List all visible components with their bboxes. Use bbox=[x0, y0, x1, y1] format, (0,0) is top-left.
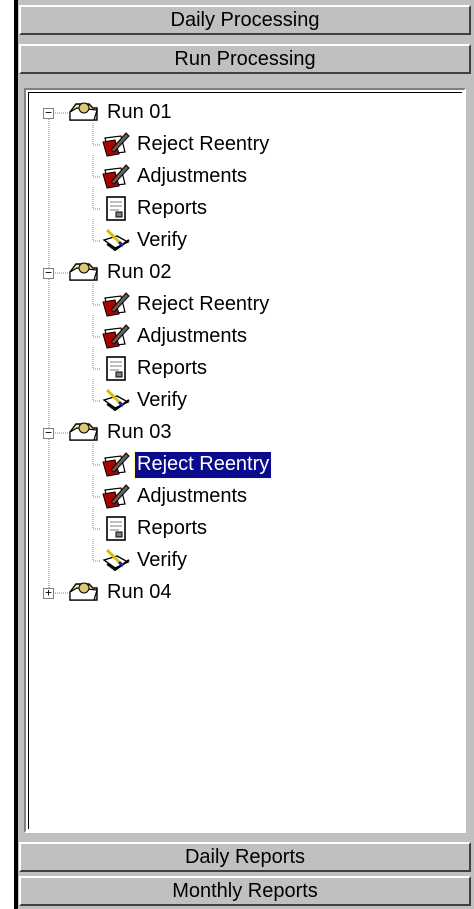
fragment-glyph bbox=[1, 100, 13, 112]
tree-node-reject-reentry[interactable]: Reject Reentry bbox=[133, 451, 273, 479]
verify-icon bbox=[102, 548, 130, 572]
fragment-glyph bbox=[1, 485, 13, 497]
fragment-glyph bbox=[1, 720, 13, 732]
fragment-glyph bbox=[1, 242, 13, 254]
pen-paper-icon bbox=[102, 292, 130, 317]
fragment-glyph bbox=[1, 298, 13, 310]
tree-node-reject-reentry[interactable]: Reject Reentry bbox=[135, 292, 271, 318]
report-icon bbox=[106, 356, 126, 381]
pen-paper-icon bbox=[102, 164, 130, 189]
tree-node-adjustments[interactable]: Adjustments bbox=[135, 164, 249, 190]
tree-content: Run 01 − Reject Reentry Adjustments Reports V… bbox=[28, 92, 462, 829]
fragment-glyph bbox=[1, 268, 13, 280]
fragment-glyph bbox=[1, 12, 13, 24]
fragment-glyph bbox=[1, 520, 13, 532]
fragment-glyph bbox=[1, 208, 13, 220]
tree-node-run[interactable]: Run 01 bbox=[105, 100, 174, 126]
tree-node-reports[interactable]: Reports bbox=[135, 356, 209, 382]
tree-node-reports[interactable]: Reports bbox=[135, 196, 209, 222]
pen-paper-icon bbox=[102, 324, 130, 349]
fragment-glyph bbox=[1, 448, 13, 460]
verify-icon bbox=[102, 228, 130, 252]
fragment-glyph bbox=[1, 48, 13, 60]
tree-node-run[interactable]: Run 04 bbox=[105, 580, 174, 606]
collapse-toggle-icon[interactable]: − bbox=[43, 107, 54, 119]
run-processing-button[interactable]: Run Processing bbox=[19, 44, 471, 74]
navigation-panel: Daily Processing Run Processing Run 01− R… bbox=[18, 0, 474, 909]
background-page-fragment bbox=[0, 0, 14, 909]
expand-toggle-icon[interactable]: + bbox=[43, 587, 54, 599]
daily-processing-button[interactable]: Daily Processing bbox=[19, 5, 471, 35]
tree-node-reports[interactable]: Reports bbox=[135, 516, 209, 542]
pen-paper-icon bbox=[102, 484, 130, 509]
tree-node-run[interactable]: Run 02 bbox=[105, 260, 174, 286]
fragment-glyph bbox=[1, 690, 13, 702]
report-icon bbox=[106, 196, 126, 221]
fragment-glyph bbox=[1, 750, 13, 762]
open-folder-icon bbox=[69, 422, 98, 441]
pen-paper-icon bbox=[102, 132, 130, 157]
collapse-toggle-icon[interactable]: − bbox=[43, 267, 54, 279]
open-folder-icon bbox=[69, 102, 98, 121]
open-folder-icon bbox=[69, 262, 98, 281]
tree-node-run[interactable]: Run 03 bbox=[105, 420, 174, 446]
fragment-glyph bbox=[1, 400, 13, 412]
verify-icon bbox=[102, 388, 130, 412]
tree-node-verify[interactable]: Verify bbox=[135, 548, 189, 574]
report-icon bbox=[106, 516, 126, 541]
fragment-glyph bbox=[1, 582, 13, 594]
open-folder-icon bbox=[69, 582, 98, 601]
collapse-toggle-icon[interactable]: − bbox=[43, 427, 54, 439]
run-tree-view[interactable]: Run 01 − Reject Reentry Adjustments Reports V… bbox=[24, 88, 466, 833]
fragment-glyph bbox=[1, 170, 13, 182]
monthly-reports-button[interactable]: Monthly Reports bbox=[19, 876, 471, 906]
tree-node-verify[interactable]: Verify bbox=[135, 388, 189, 414]
tree-node-adjustments[interactable]: Adjustments bbox=[135, 324, 249, 350]
fragment-glyph bbox=[1, 330, 13, 342]
tree-node-reject-reentry[interactable]: Reject Reentry bbox=[135, 132, 271, 158]
tree-node-verify[interactable]: Verify bbox=[135, 228, 189, 254]
fragment-glyph bbox=[1, 818, 13, 830]
pen-paper-icon bbox=[102, 452, 130, 477]
fragment-glyph bbox=[1, 780, 13, 792]
daily-reports-button[interactable]: Daily Reports bbox=[19, 842, 471, 872]
fragment-glyph bbox=[1, 78, 13, 90]
fragment-glyph bbox=[1, 555, 13, 567]
tree-node-adjustments[interactable]: Adjustments bbox=[135, 484, 249, 510]
fragment-glyph bbox=[1, 360, 13, 372]
